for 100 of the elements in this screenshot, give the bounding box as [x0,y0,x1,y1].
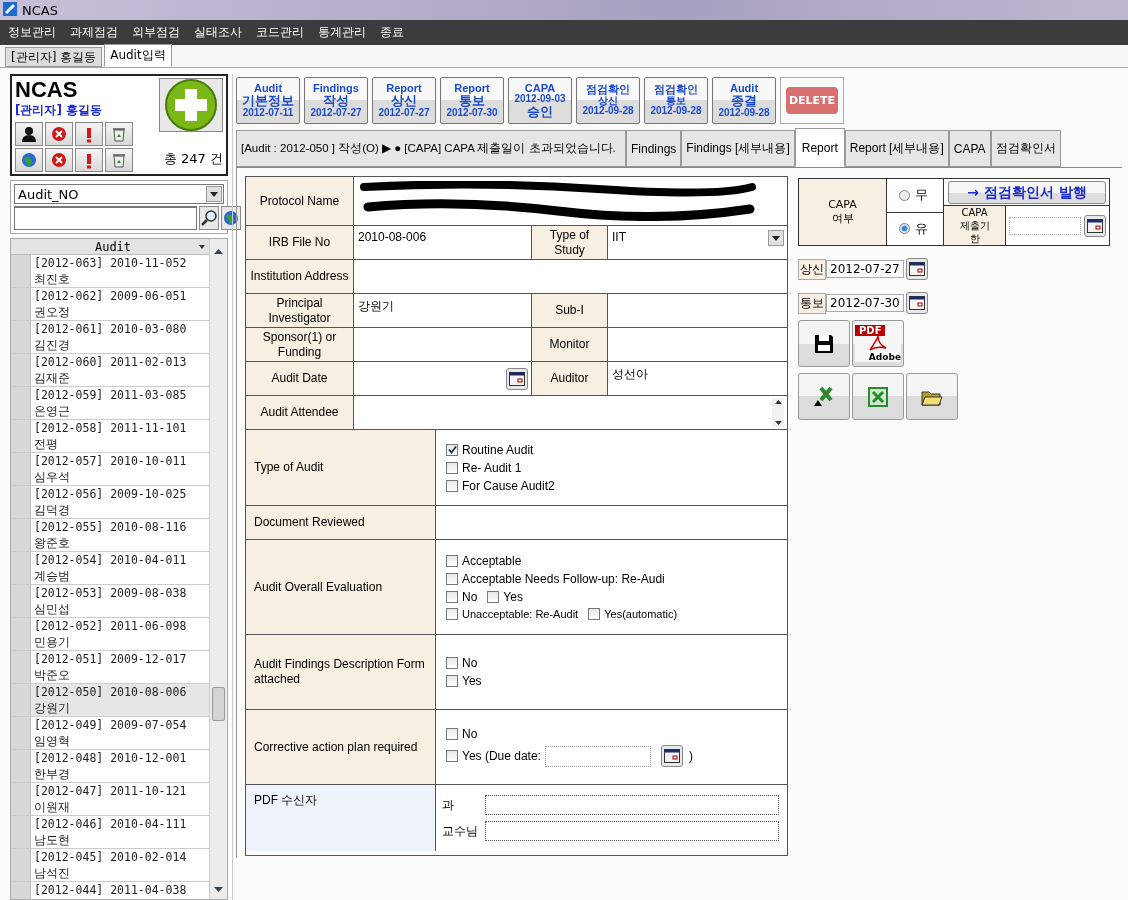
list-item[interactable]: [2012-060] 2011-02-013 김재준 [31,354,209,387]
checkbox[interactable]: No [446,656,478,670]
list-item[interactable]: [2012-049] 2009-07-054 임영혁 [31,717,209,750]
menu-item[interactable]: 정보관리 [8,24,56,41]
list-item[interactable]: [2012-063] 2010-11-052 최진호 [31,255,209,288]
radio-button[interactable]: 유 [887,212,943,245]
workflow-step-button[interactable]: Findings 작성 2012-07-27 [304,77,368,124]
calendar-button[interactable] [660,745,683,767]
workflow-step-button[interactable]: Report 통보 2012-07-30 [440,77,504,124]
menu-item[interactable]: 과제점검 [70,24,118,41]
calendar-icon [1086,216,1104,235]
checkbox[interactable]: Yes [487,590,523,604]
delete-button[interactable] [45,122,73,146]
workflow-step-button[interactable]: CAPA 2012-09-03 승인 [508,77,572,124]
calendar-button[interactable] [1084,214,1106,237]
globe-button[interactable] [15,148,43,172]
recycle-bin-button[interactable] [105,148,133,172]
workflow-step-button[interactable]: 점검확인 통보 2012-09-28 [644,77,708,124]
checkbox[interactable]: Yes(automatic) [588,608,678,620]
checkbox[interactable]: Re- Audit 1 [446,460,522,475]
menu-item[interactable]: 외부점검 [132,24,180,41]
search-field[interactable] [14,206,197,230]
date-field[interactable] [544,745,651,767]
tab[interactable]: Report [794,128,845,167]
workflow-step-button[interactable]: Audit 기본정보 2012-07-11 [236,77,300,124]
checkbox[interactable]: Routine Audit [446,442,534,457]
workflow-step-button[interactable]: Audit 종결 2012-09-28 [712,77,776,124]
menu-item[interactable]: 종료 [380,24,404,41]
list-item[interactable]: [2012-044] 2011-04-038 [31,882,209,899]
delete-button[interactable] [45,148,73,172]
list-item[interactable]: [2012-053] 2009-08-038 심민섭 [31,585,209,618]
text-field[interactable] [485,821,779,841]
tab[interactable]: Findings [세부내용] [681,130,795,167]
globe-button[interactable] [221,206,241,230]
list-item[interactable]: [2012-045] 2010-02-014 남석진 [31,849,209,882]
list-item[interactable]: [2012-059] 2011-03-085 온영근 [31,387,209,420]
tab[interactable]: Report [세부내용] [844,130,949,167]
person-button[interactable] [15,122,43,146]
checkbox[interactable]: Yes (Due date: [446,749,541,763]
row-header [11,585,31,618]
document-tab[interactable]: Audit입력 [104,44,172,67]
checkbox[interactable]: For Cause Audit2 [446,478,555,493]
add-button[interactable] [159,78,223,132]
menu-item[interactable]: 코드관리 [256,24,304,41]
scroll-thumb[interactable] [212,687,225,721]
save-button[interactable] [798,320,850,367]
workflow-step-button[interactable]: 점검확인 상신 2012-09-28 [576,77,640,124]
field-label: 과 [442,796,455,814]
row-header [11,750,31,783]
column-header[interactable]: Audit [11,239,209,255]
app-logo: NCAS [15,78,79,102]
scroll-down-icon [774,421,782,425]
recycle-bin-button[interactable] [105,122,133,146]
date-field[interactable]: 2012-07-27 [826,260,904,278]
list-item[interactable]: [2012-050] 2010-08-006 강원기 [31,684,209,717]
search-button[interactable] [199,206,219,230]
list-item[interactable]: [2012-048] 2010-12-001 한부경 [31,750,209,783]
radio-button[interactable]: 무 [887,179,943,213]
checkbox[interactable]: Acceptable Needs Follow-up: Re-Audi [446,572,665,586]
spreadsheet-icon [867,385,889,408]
calendar-button[interactable] [905,258,928,280]
list-item[interactable]: [2012-057] 2010-10-011 심우석 [31,453,209,486]
row-header [11,321,31,354]
checkbox[interactable]: No [446,590,478,604]
calendar-button[interactable] [506,367,528,390]
scrollbar[interactable] [772,398,784,427]
list-item[interactable]: [2012-047] 2011-10-121 이원재 [31,783,209,816]
menu-item[interactable]: 통계관리 [318,24,366,41]
list-item[interactable]: [2012-051] 2009-12-017 박준오 [31,651,209,684]
tab[interactable]: 점검확인서 [990,130,1061,167]
open-folder-button[interactable] [906,373,958,420]
list-item[interactable]: [2012-061] 2010-03-080 김진경 [31,321,209,354]
bracket-text: ) [688,749,693,763]
checkbox[interactable]: Acceptable [446,554,522,568]
list-item[interactable]: [2012-055] 2010-08-116 왕준호 [31,519,209,552]
list-item[interactable]: [2012-054] 2010-04-011 계승범 [31,552,209,585]
excel-button[interactable] [852,373,904,420]
search-by-dropdown[interactable]: Audit_NO [14,184,224,204]
date-field[interactable] [1009,216,1081,235]
date-field[interactable]: 2012-07-30 [826,294,904,312]
workflow-step-button[interactable]: Report 상신 2012-07-27 [372,77,436,124]
list-item[interactable]: [2012-058] 2011-11-101 전평 [31,420,209,453]
calendar-button[interactable] [905,292,928,314]
tab[interactable]: CAPA [948,130,991,167]
tab[interactable]: Findings [626,130,682,167]
document-tab[interactable]: [관리자] 홍길동 [5,47,103,67]
issue-button[interactable]: → 점검확인서 발행 [948,181,1106,204]
alert-button[interactable] [75,148,103,172]
scrollbar[interactable] [209,239,227,899]
list-item[interactable]: [2012-046] 2010-04-111 남도현 [31,816,209,849]
list-item[interactable]: [2012-056] 2009-10-025 김덕경 [31,486,209,519]
text-field[interactable] [485,795,779,815]
checkbox[interactable]: No [446,727,478,741]
menu-item[interactable]: 실태조사 [194,24,242,41]
alert-button[interactable] [75,122,103,146]
checkbox[interactable]: Unacceptable: Re-Audit [446,608,579,620]
list-item[interactable]: [2012-062] 2009-06-051 권오정 [31,288,209,321]
excel-export-button[interactable] [798,373,850,420]
checkbox[interactable]: Yes [446,674,482,688]
list-item[interactable]: [2012-052] 2011-06-098 민용기 [31,618,209,651]
